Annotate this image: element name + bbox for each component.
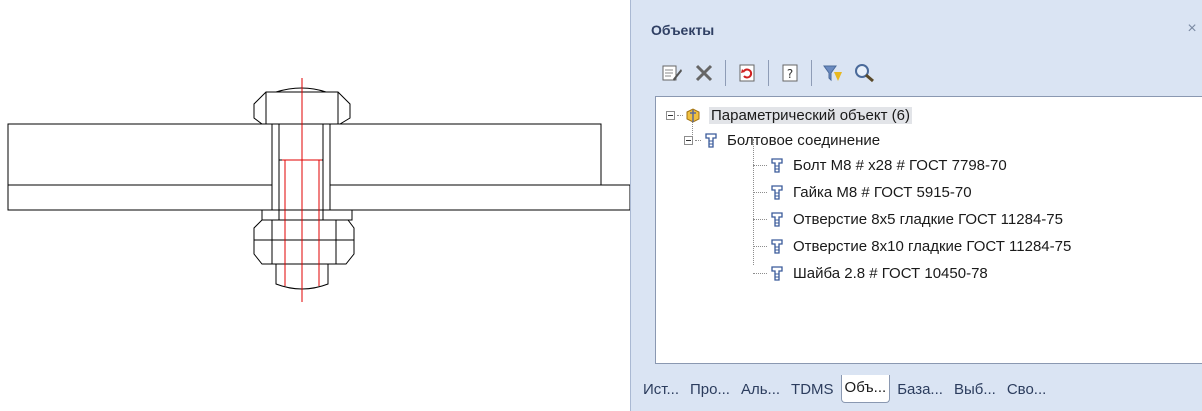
bolt-node-icon (767, 236, 787, 256)
collapse-toggle-icon[interactable] (666, 110, 675, 120)
help-icon[interactable]: ? (775, 58, 805, 88)
tab-properties[interactable]: Про... (686, 377, 734, 402)
toolbar-separator (768, 60, 769, 86)
bolt-node-icon (701, 130, 721, 150)
tree-group-node[interactable]: Болтовое соединение (684, 128, 880, 152)
bottom-hex-nut (253, 219, 355, 265)
filter-icon[interactable] (818, 58, 848, 88)
tree-item[interactable]: Гайка М8 # ГОСТ 5915-70 (753, 180, 972, 204)
search-icon[interactable] (850, 58, 880, 88)
refresh-icon[interactable] (732, 58, 762, 88)
objects-tree[interactable]: Параметрический объект (6) Болтовое соед… (655, 96, 1202, 364)
parametric-object-icon (683, 105, 703, 125)
tree-item-label: Болт М8 # x28 # ГОСТ 7798-70 (793, 156, 1007, 174)
toolbar-separator (725, 60, 726, 86)
bolt-node-icon (767, 155, 787, 175)
panel-toolbar: ? (657, 56, 882, 90)
bolt-node-icon (767, 182, 787, 202)
tree-item-label: Отверстие 8x10 гладкие ГОСТ 11284-75 (793, 237, 1072, 255)
tab-history[interactable]: Ист... (639, 377, 683, 402)
tab-database[interactable]: База... (893, 377, 947, 402)
delete-icon[interactable] (689, 58, 719, 88)
tab-tdms[interactable]: TDMS (787, 377, 838, 402)
tab-objects[interactable]: Объ... (840, 375, 891, 403)
tree-item-label: Шайба 2.8 # ГОСТ 10450-78 (793, 264, 988, 282)
tab-albums[interactable]: Аль... (737, 377, 784, 402)
tab-selection[interactable]: Выб... (950, 377, 1000, 402)
tree-item-label: Отверстие 8x5 гладкие ГОСТ 11284-75 (793, 210, 1063, 228)
objects-panel: Объекты × ? Параметрический объект (6) Б… (630, 0, 1202, 411)
bolt-node-icon (767, 263, 787, 283)
tree-root-node[interactable]: Параметрический объект (6) (666, 103, 912, 127)
panel-tab-strip: Ист... Про... Аль... TDMS Объ... База...… (631, 367, 1202, 411)
washer (261, 209, 353, 221)
panel-title: Объекты (651, 22, 715, 38)
tree-root-label: Параметрический объект (6) (709, 106, 912, 124)
collapse-toggle-icon[interactable] (684, 135, 693, 145)
tree-item[interactable]: Шайба 2.8 # ГОСТ 10450-78 (753, 261, 988, 285)
tree-group-label: Болтовое соединение (727, 131, 881, 149)
tree-item[interactable]: Отверстие 8x10 гладкие ГОСТ 11284-75 (753, 234, 1071, 258)
tree-item-label: Гайка М8 # ГОСТ 5915-70 (793, 183, 972, 201)
cad-drawing-canvas[interactable] (0, 0, 630, 411)
toolbar-separator (811, 60, 812, 86)
close-icon[interactable]: × (1184, 20, 1200, 38)
bolt-node-icon (767, 209, 787, 229)
svg-text:?: ? (787, 67, 793, 81)
tree-item[interactable]: Болт М8 # x28 # ГОСТ 7798-70 (753, 153, 1007, 177)
edit-properties-icon[interactable] (657, 58, 687, 88)
tree-item[interactable]: Отверстие 8x5 гладкие ГОСТ 11284-75 (753, 207, 1063, 231)
tab-properties-2[interactable]: Сво... (1003, 377, 1050, 402)
